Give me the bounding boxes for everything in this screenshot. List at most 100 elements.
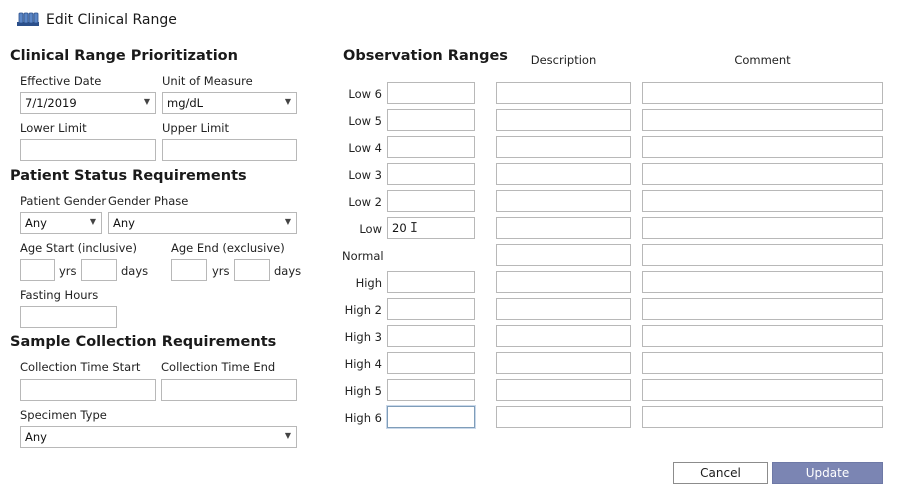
- range-value-input[interactable]: 20: [387, 217, 475, 239]
- specimen-type-label: Specimen Type: [20, 408, 107, 422]
- range-value-input[interactable]: [387, 271, 475, 293]
- range-comment-input[interactable]: [642, 136, 883, 158]
- effective-date-label: Effective Date: [20, 74, 102, 88]
- range-comment-input[interactable]: [642, 163, 883, 185]
- range-row-label: High 6: [344, 411, 382, 425]
- range-comment-input[interactable]: [642, 190, 883, 212]
- range-row-label: Low 6: [348, 87, 382, 101]
- gender-phase-select[interactable]: Any ▼: [108, 212, 297, 234]
- cancel-button[interactable]: Cancel: [673, 462, 768, 484]
- chevron-down-icon: ▼: [284, 97, 291, 106]
- patient-gender-select[interactable]: Any ▼: [20, 212, 102, 234]
- fasting-hours-input[interactable]: [20, 306, 117, 328]
- patient-gender-value: Any: [25, 216, 47, 230]
- collection-time-end-input[interactable]: [161, 379, 297, 401]
- range-comment-input[interactable]: [642, 379, 883, 401]
- range-row-label: Low 2: [348, 195, 382, 209]
- unit-of-measure-value: mg/dL: [167, 96, 204, 110]
- patient-gender-label: Patient Gender: [20, 194, 107, 208]
- age-end-years-unit: yrs: [212, 264, 230, 278]
- age-start-days-unit: days: [121, 264, 149, 278]
- range-description-input[interactable]: [496, 244, 631, 266]
- chevron-down-icon: ▼: [143, 97, 150, 106]
- range-row-label: High: [355, 276, 382, 290]
- age-end-days-unit: days: [274, 264, 302, 278]
- range-description-input[interactable]: [496, 325, 631, 347]
- range-comment-input[interactable]: [642, 352, 883, 374]
- patient-status-heading: Patient Status Requirements: [10, 168, 247, 184]
- range-row-label: High 4: [344, 357, 382, 371]
- range-description-input[interactable]: [496, 271, 631, 293]
- unit-of-measure-select[interactable]: mg/dL ▼: [162, 92, 297, 114]
- specimen-type-value: Any: [25, 430, 47, 444]
- range-description-input[interactable]: [496, 82, 631, 104]
- specimen-type-select[interactable]: Any ▼: [20, 426, 297, 448]
- range-row-label: Low 4: [348, 141, 382, 155]
- age-end-years-input[interactable]: [171, 259, 207, 281]
- range-comment-input[interactable]: [642, 82, 883, 104]
- fasting-hours-label: Fasting Hours: [20, 288, 99, 302]
- window-title: Edit Clinical Range: [46, 12, 177, 28]
- range-comment-input[interactable]: [642, 298, 883, 320]
- range-description-input[interactable]: [496, 163, 631, 185]
- range-comment-input[interactable]: [642, 109, 883, 131]
- range-comment-input[interactable]: [642, 217, 883, 239]
- chevron-down-icon: ▼: [89, 217, 96, 226]
- collection-time-end-label: Collection Time End: [161, 360, 276, 374]
- description-column-header: Description: [530, 53, 597, 67]
- range-row-label: High 2: [344, 303, 382, 317]
- range-value-input[interactable]: [387, 352, 475, 374]
- upper-limit-label: Upper Limit: [162, 121, 229, 135]
- range-comment-input[interactable]: [642, 271, 883, 293]
- collection-time-start-input[interactable]: [20, 379, 156, 401]
- range-row-label: Normal: [342, 249, 384, 263]
- effective-date-picker[interactable]: 7/1/2019 ▼: [20, 92, 156, 114]
- range-comment-input[interactable]: [642, 325, 883, 347]
- lower-limit-input[interactable]: [20, 139, 156, 161]
- app-icon: [17, 11, 39, 27]
- effective-date-value: 7/1/2019: [25, 96, 77, 110]
- range-description-input[interactable]: [496, 298, 631, 320]
- age-start-years-unit: yrs: [59, 264, 77, 278]
- observation-ranges-heading: Observation Ranges: [343, 48, 508, 64]
- range-description-input[interactable]: [496, 109, 631, 131]
- range-row-label: Low: [359, 222, 382, 236]
- sample-collection-heading: Sample Collection Requirements: [10, 334, 277, 350]
- chevron-down-icon: ▼: [284, 431, 291, 440]
- range-value-input[interactable]: [387, 136, 475, 158]
- range-description-input[interactable]: [496, 352, 631, 374]
- range-comment-input[interactable]: [642, 406, 883, 428]
- range-row-label: Low 5: [348, 114, 382, 128]
- range-value-input[interactable]: [387, 379, 475, 401]
- text-cursor-icon: I: [410, 221, 418, 236]
- range-value-input[interactable]: [387, 109, 475, 131]
- range-row-label: High 3: [344, 330, 382, 344]
- collection-time-start-label: Collection Time Start: [20, 360, 141, 374]
- range-description-input[interactable]: [496, 379, 631, 401]
- unit-of-measure-label: Unit of Measure: [162, 74, 253, 88]
- age-end-days-input[interactable]: [234, 259, 270, 281]
- range-value-input[interactable]: [387, 325, 475, 347]
- range-value-input[interactable]: [387, 163, 475, 185]
- gender-phase-value: Any: [113, 216, 135, 230]
- range-value-input[interactable]: [387, 298, 475, 320]
- update-button[interactable]: Update: [772, 462, 883, 484]
- age-start-label: Age Start (inclusive): [20, 241, 137, 255]
- upper-limit-input[interactable]: [162, 139, 297, 161]
- range-comment-input[interactable]: [642, 244, 883, 266]
- range-value-input[interactable]: [387, 406, 475, 428]
- range-row-label: Low 3: [348, 168, 382, 182]
- range-description-input[interactable]: [496, 136, 631, 158]
- range-value-input[interactable]: [387, 82, 475, 104]
- range-description-input[interactable]: [496, 190, 631, 212]
- age-end-label: Age End (exclusive): [171, 241, 285, 255]
- range-description-input[interactable]: [496, 406, 631, 428]
- range-description-input[interactable]: [496, 217, 631, 239]
- prioritization-heading: Clinical Range Prioritization: [10, 48, 238, 64]
- age-start-years-input[interactable]: [20, 259, 55, 281]
- range-value-input[interactable]: [387, 190, 475, 212]
- age-start-days-input[interactable]: [81, 259, 117, 281]
- gender-phase-label: Gender Phase: [108, 194, 189, 208]
- comment-column-header: Comment: [734, 53, 791, 67]
- chevron-down-icon: ▼: [284, 217, 291, 226]
